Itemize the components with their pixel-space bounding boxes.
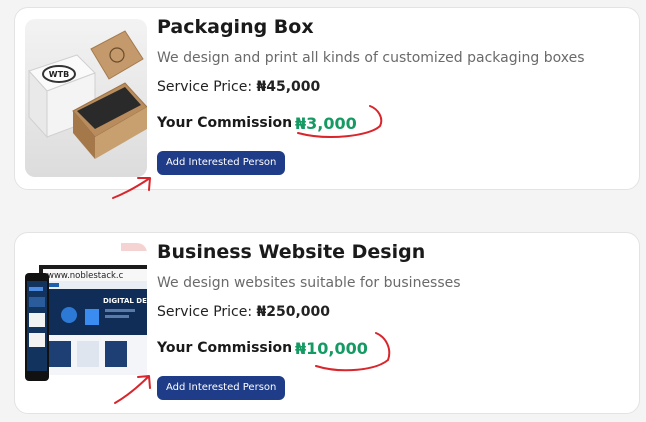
- svg-text:WTB: WTB: [49, 70, 69, 79]
- service-price-value: ₦250,000: [256, 304, 331, 320]
- service-card-business-website-design: www.noblestack.c DIGITAL DESIG Business: [14, 232, 640, 414]
- commission-value: ₦10,000: [295, 339, 368, 358]
- commission-value: ₦3,000: [295, 114, 357, 133]
- commission-label: Your Commission: [157, 115, 293, 131]
- add-interested-person-button[interactable]: Add Interested Person: [157, 151, 286, 175]
- packaging-box-image: WTB: [25, 19, 147, 177]
- service-price-label: Service Price:: [157, 304, 253, 320]
- service-title: Business Website Design: [157, 241, 426, 263]
- service-price: Service Price: ₦250,000: [157, 304, 330, 320]
- service-price: Service Price: ₦45,000: [157, 79, 320, 95]
- svg-text:www.noblestack.c: www.noblestack.c: [47, 271, 124, 281]
- service-title: Packaging Box: [157, 16, 314, 38]
- service-description: We design and print all kinds of customi…: [157, 50, 585, 66]
- commission-label: Your Commission: [157, 340, 293, 356]
- service-card-packaging-box: WTB Packaging Box We design and print al…: [14, 7, 640, 190]
- service-price-label: Service Price:: [157, 79, 253, 95]
- service-price-value: ₦45,000: [256, 79, 321, 95]
- add-interested-person-button[interactable]: Add Interested Person: [157, 376, 286, 400]
- service-description: We design websites suitable for business…: [157, 275, 461, 291]
- website-design-image: www.noblestack.c DIGITAL DESIG: [25, 243, 147, 401]
- svg-text:DIGITAL DESIG: DIGITAL DESIG: [103, 297, 147, 305]
